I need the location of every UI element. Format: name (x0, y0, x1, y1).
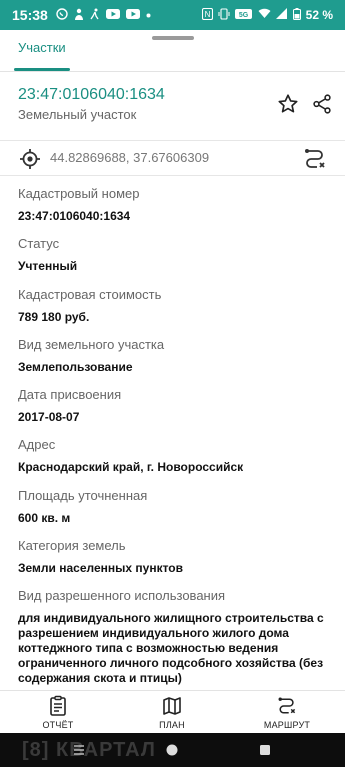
field-label: Статус (18, 236, 60, 251)
drag-handle[interactable] (152, 36, 194, 40)
field-value: Земли населенных пунктов (18, 561, 184, 575)
nav-report-label: ОТЧЁТ (42, 720, 74, 730)
battery-icon (292, 7, 301, 23)
map-icon (161, 695, 183, 717)
field-label: Площадь уточненная (18, 488, 148, 503)
status-time: 15:38 (12, 7, 48, 23)
tab-parcels[interactable]: Участки (18, 40, 66, 55)
svg-text:N: N (204, 10, 210, 19)
field-area: Площадь уточненная 600 кв. м (18, 488, 328, 526)
field-label: Категория земель (18, 538, 126, 553)
field-address: Адрес Краснодарский край, г. Новороссийс… (18, 437, 328, 475)
share-icon[interactable] (308, 90, 336, 118)
field-value: Землепользование (18, 360, 133, 374)
route-icon[interactable] (302, 146, 328, 172)
person-icon (74, 8, 84, 23)
youtube-icon (105, 8, 120, 22)
nav-route-label: МАРШРУТ (263, 720, 311, 730)
coordinates-row: 44.82869688, 37.67606309 (0, 140, 345, 176)
youtube-icon (125, 8, 140, 22)
tab-indicator (14, 68, 70, 71)
network-5g-icon: 5G (234, 8, 253, 23)
favorite-star-icon[interactable] (274, 90, 302, 118)
field-value: 789 180 руб. (18, 310, 90, 324)
wifi-icon (258, 8, 271, 22)
tab-bar: Участки (0, 30, 345, 72)
field-label: Вид земельного участка (18, 337, 165, 352)
field-label: Кадастровая стоимость (18, 287, 162, 302)
signal-icon (275, 8, 288, 22)
system-navigation-bar: [8] КВАРТАЛ (0, 733, 345, 767)
field-value: 2017-08-07 (18, 410, 80, 424)
back-icon[interactable] (258, 743, 272, 762)
dot-icon (146, 9, 151, 21)
field-value: для индивидуального жилищного строительс… (18, 611, 324, 685)
nav-report-button[interactable]: ОТЧЁТ (18, 691, 98, 734)
field-label: Вид разрешенного использования (18, 588, 226, 603)
field-status: Статус Учтенный (18, 236, 328, 274)
parcel-cadastral-number: 23:47:0106040:1634 (18, 86, 165, 103)
field-value: Краснодарский край, г. Новороссийск (18, 460, 244, 474)
nav-plan-button[interactable]: ПЛАН (132, 691, 212, 734)
nfc-icon: N (201, 7, 213, 23)
battery-level: 52 % (305, 8, 333, 22)
vibrate-icon (218, 7, 230, 23)
walk-icon (90, 8, 100, 23)
status-bar: 15:38 N 5G 52 % (0, 0, 345, 30)
report-clipboard-icon (47, 695, 69, 717)
nav-route-button[interactable]: МАРШРУТ (247, 691, 327, 734)
field-value: 600 кв. м (18, 511, 71, 525)
svg-text:5G: 5G (238, 12, 248, 19)
crosshair-target-icon[interactable] (18, 147, 42, 171)
field-label: Адрес (18, 437, 56, 452)
home-icon[interactable] (165, 743, 179, 762)
coordinates-text[interactable]: 44.82869688, 37.67606309 (50, 150, 209, 165)
field-cadastral-number: Кадастровый номер 23:47:0106040:1634 (18, 186, 328, 224)
route-icon (276, 695, 298, 717)
recents-icon[interactable] (72, 743, 86, 762)
field-value: Учтенный (18, 259, 78, 273)
field-label: Дата присвоения (18, 387, 122, 402)
parcel-type: Земельный участок (18, 107, 137, 122)
parcel-header: 23:47:0106040:1634 Земельный участок (0, 72, 345, 130)
nav-plan-label: ПЛАН (159, 720, 185, 730)
brand-watermark: [8] КВАРТАЛ (22, 739, 156, 761)
field-land-category: Категория земель Земли населенных пункто… (18, 538, 328, 576)
field-assignment-date: Дата присвоения 2017-08-07 (18, 387, 328, 425)
field-permitted-use: Вид разрешенного использования для индив… (18, 588, 328, 686)
bottom-navigation: ОТЧЁТ ПЛАН МАРШРУТ (0, 690, 345, 733)
field-parcel-kind: Вид земельного участка Землепользование (18, 337, 328, 375)
notification-icons (56, 7, 151, 23)
system-indicators: N 5G 52 % (201, 7, 333, 23)
whatsapp-icon (56, 7, 68, 23)
field-cadastral-cost: Кадастровая стоимость 789 180 руб. (18, 287, 328, 325)
field-label: Кадастровый номер (18, 186, 140, 201)
field-value: 23:47:0106040:1634 (18, 209, 131, 223)
